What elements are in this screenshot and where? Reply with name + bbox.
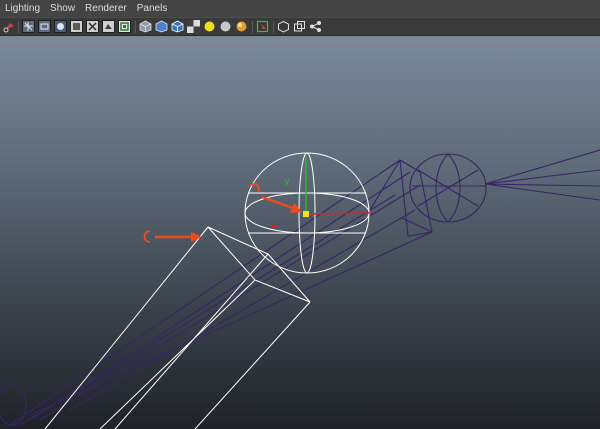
toolbar-separator — [252, 21, 253, 33]
cube-shaded-icon[interactable] — [139, 20, 152, 33]
menu-lighting[interactable]: Lighting — [0, 0, 46, 17]
xray-icon[interactable] — [86, 20, 99, 33]
panel-menubar: Lighting Show Renderer Panels — [0, 0, 600, 17]
manipulator-x-axis[interactable] — [305, 212, 373, 215]
checker-icon[interactable] — [187, 20, 200, 33]
toolbar-separator — [18, 21, 19, 33]
toolbar-separator — [273, 21, 274, 33]
menu-panels[interactable]: Panels — [133, 0, 174, 17]
panel-toolbar — [0, 17, 600, 36]
texture-icon[interactable] — [102, 20, 115, 33]
share-icon[interactable] — [309, 20, 322, 33]
isolate-icon[interactable] — [277, 20, 290, 33]
annotation-arrow-box — [143, 230, 202, 243]
default-light-icon[interactable] — [203, 20, 216, 33]
manipulator-x-tick — [272, 226, 277, 228]
select-camera-icon[interactable] — [256, 20, 269, 33]
cube-wire-icon[interactable] — [155, 20, 168, 33]
shadows-icon[interactable] — [235, 20, 248, 33]
smooth-shade-icon[interactable] — [54, 20, 67, 33]
cube-texture-icon[interactable] — [171, 20, 184, 33]
flat-shade-icon[interactable] — [70, 20, 83, 33]
all-lights-icon[interactable] — [219, 20, 232, 33]
menu-show[interactable]: Show — [46, 0, 81, 17]
annotation-arrow-joint — [249, 183, 302, 213]
maya-viewport-window: Lighting Show Renderer Panels y — [0, 0, 600, 429]
manipulator-center-handle[interactable] — [303, 211, 309, 217]
wireframe-icon[interactable] — [22, 20, 35, 33]
manipulator-axis-label: y — [285, 176, 290, 186]
menu-renderer[interactable]: Renderer — [81, 0, 133, 17]
camera-view-icon[interactable] — [118, 20, 131, 33]
frame-all-icon[interactable] — [293, 20, 306, 33]
3d-viewport[interactable]: y — [0, 36, 600, 429]
bounding-box-icon[interactable] — [38, 20, 51, 33]
toolbar-separator — [135, 21, 136, 33]
viewport-scene: y — [0, 149, 600, 429]
camera-settings-icon[interactable] — [3, 20, 16, 33]
